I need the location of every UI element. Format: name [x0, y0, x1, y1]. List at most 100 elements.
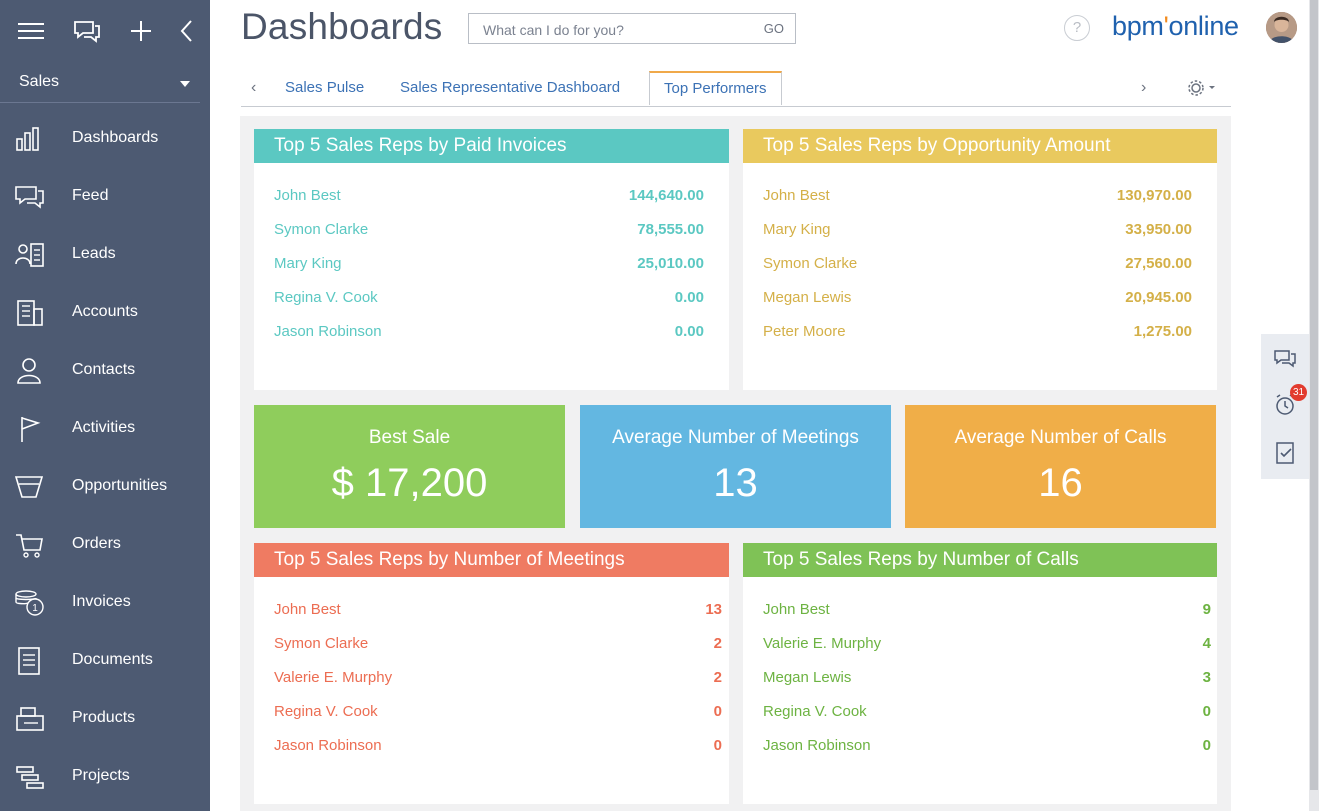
sidebar-item-projects[interactable]: Projects	[0, 748, 210, 806]
sidebar-item-label: Invoices	[72, 593, 131, 610]
rep-value: 78,555.00	[637, 221, 704, 238]
rep-name[interactable]: Megan Lewis	[763, 289, 851, 306]
sidebar-item-activities[interactable]: Activities	[0, 400, 210, 458]
workspace-selector[interactable]: Sales	[0, 62, 200, 103]
sidebar-item-opportunities[interactable]: Opportunities	[0, 458, 210, 516]
rep-name[interactable]: Symon Clarke	[763, 255, 857, 272]
rep-name[interactable]: Valerie E. Murphy	[763, 635, 881, 652]
rep-value: 2	[713, 669, 722, 686]
rep-name[interactable]: John Best	[763, 187, 830, 204]
menu-icon[interactable]	[17, 18, 45, 44]
list-item: Mary King 33,950.00	[763, 221, 1192, 243]
help-icon[interactable]: ?	[1064, 15, 1090, 41]
funnel-icon	[14, 476, 44, 498]
communication-panel-icon[interactable]	[73, 18, 101, 44]
sidebar-item-feed[interactable]: Feed	[0, 168, 210, 226]
widget-calls: Top 5 Sales Reps by Number of Calls John…	[743, 543, 1217, 804]
sidebar-item-leads[interactable]: Leads	[0, 226, 210, 284]
list-item: Regina V. Cook 0	[274, 703, 722, 725]
sidebar-item-label: Documents	[72, 651, 153, 668]
communication-panel	[1261, 334, 1309, 479]
projects-icon	[16, 766, 44, 789]
rep-value: 3	[1202, 669, 1211, 686]
rep-name[interactable]: Megan Lewis	[763, 669, 851, 686]
rep-name[interactable]: Jason Robinson	[274, 323, 382, 340]
sidebar-item-label: Products	[72, 709, 136, 726]
tabs-scroll-right-icon[interactable]: ›	[1141, 79, 1146, 97]
sidebar-item-label: Contacts	[72, 361, 136, 378]
collapse-sidebar-icon[interactable]	[174, 18, 202, 44]
rep-name[interactable]: Symon Clarke	[274, 635, 368, 652]
rep-name[interactable]: John Best	[274, 601, 341, 618]
tab-sales-representative-dashboard[interactable]: Sales Representative Dashboard	[400, 79, 620, 96]
sidebar-item-invoices[interactable]: 1 Invoices	[0, 574, 210, 632]
list-item: John Best 9	[763, 601, 1211, 623]
tasks-checklist-icon[interactable]	[1272, 440, 1298, 466]
svg-text:1: 1	[32, 603, 38, 614]
rep-name[interactable]: Jason Robinson	[763, 737, 871, 754]
metric-title: Best Sale	[368, 427, 451, 448]
search-go-button[interactable]: GO	[764, 21, 784, 36]
list-item: Jason Robinson 0	[274, 737, 722, 759]
metric-average-calls: Average Number of Calls 16	[905, 405, 1216, 528]
tab-top-performers[interactable]: Top Performers	[649, 71, 782, 105]
sidebar-item-documents[interactable]: Documents	[0, 632, 210, 690]
metric-value: $ 17,200	[331, 461, 488, 505]
rep-name[interactable]: Mary King	[274, 255, 342, 272]
add-icon[interactable]	[127, 18, 155, 44]
rep-name[interactable]: John Best	[763, 601, 830, 618]
dashboard-board: Top 5 Sales Reps by Paid Invoices John B…	[240, 116, 1231, 811]
rep-name[interactable]: Mary King	[763, 221, 831, 238]
products-icon	[16, 707, 44, 731]
chat-bubbles-icon	[15, 186, 44, 209]
sidebar-item-accounts[interactable]: Accounts	[0, 284, 210, 342]
rep-name[interactable]: Jason Robinson	[274, 737, 382, 754]
rep-value: 0	[1202, 737, 1211, 754]
widget-opportunity-amount: Top 5 Sales Reps by Opportunity Amount J…	[743, 129, 1217, 390]
metric-value: 16	[1038, 461, 1083, 505]
rep-name[interactable]: John Best	[274, 187, 341, 204]
sidebar-item-products[interactable]: Products	[0, 690, 210, 748]
rep-value: 2	[713, 635, 722, 652]
sidebar: Sales Dashboards Feed Leads Accounts Con…	[0, 0, 210, 811]
list-item: Symon Clarke 2	[274, 635, 722, 657]
widget-title: Top 5 Sales Reps by Opportunity Amount	[743, 129, 1217, 163]
avatar[interactable]	[1266, 12, 1297, 43]
sidebar-item-label: Projects	[72, 767, 130, 784]
search-input[interactable]	[481, 18, 735, 42]
tabs-scroll-left-icon[interactable]: ‹	[251, 79, 256, 97]
building-icon	[17, 300, 43, 326]
notification-count-badge: 31	[1290, 384, 1307, 401]
rep-name[interactable]: Peter Moore	[763, 323, 846, 340]
command-search-box: GO	[468, 13, 796, 44]
sidebar-toolbar	[0, 0, 210, 62]
page-scrollbar-thumb[interactable]	[1310, 0, 1318, 790]
rep-name[interactable]: Regina V. Cook	[763, 703, 867, 720]
metric-best-sale: Best Sale $ 17,200	[254, 405, 565, 528]
sidebar-item-dashboards[interactable]: Dashboards	[0, 110, 210, 168]
logo-suffix: online	[1168, 11, 1239, 41]
list-item: Valerie E. Murphy 2	[274, 669, 722, 691]
rep-name[interactable]: Regina V. Cook	[274, 289, 378, 306]
dashboard-tabs: ‹ Sales Pulse Sales Representative Dashb…	[241, 71, 1231, 107]
widget-meetings: Top 5 Sales Reps by Number of Meetings J…	[254, 543, 729, 804]
workspace-label: Sales	[19, 73, 60, 90]
rep-value: 0	[713, 737, 722, 754]
chat-icon[interactable]	[1272, 346, 1298, 372]
sidebar-item-contacts[interactable]: Contacts	[0, 342, 210, 400]
widget-title: Top 5 Sales Reps by Paid Invoices	[254, 129, 729, 163]
sidebar-item-orders[interactable]: Orders	[0, 516, 210, 574]
rep-value: 1,275.00	[1133, 323, 1192, 340]
page-title: Dashboards	[241, 6, 443, 47]
tab-sales-pulse[interactable]: Sales Pulse	[285, 79, 364, 96]
sidebar-item-label: Leads	[72, 245, 116, 262]
chevron-down-icon	[180, 81, 190, 87]
rep-name[interactable]: Regina V. Cook	[274, 703, 378, 720]
rep-name[interactable]: Symon Clarke	[274, 221, 368, 238]
list-item: Jason Robinson 0.00	[274, 323, 704, 345]
rep-value: 20,945.00	[1125, 289, 1192, 306]
rep-value: 144,640.00	[628, 187, 704, 204]
rep-name[interactable]: Valerie E. Murphy	[274, 669, 392, 686]
gear-icon[interactable]	[1187, 79, 1217, 97]
sidebar-item-label: Activities	[72, 419, 136, 436]
